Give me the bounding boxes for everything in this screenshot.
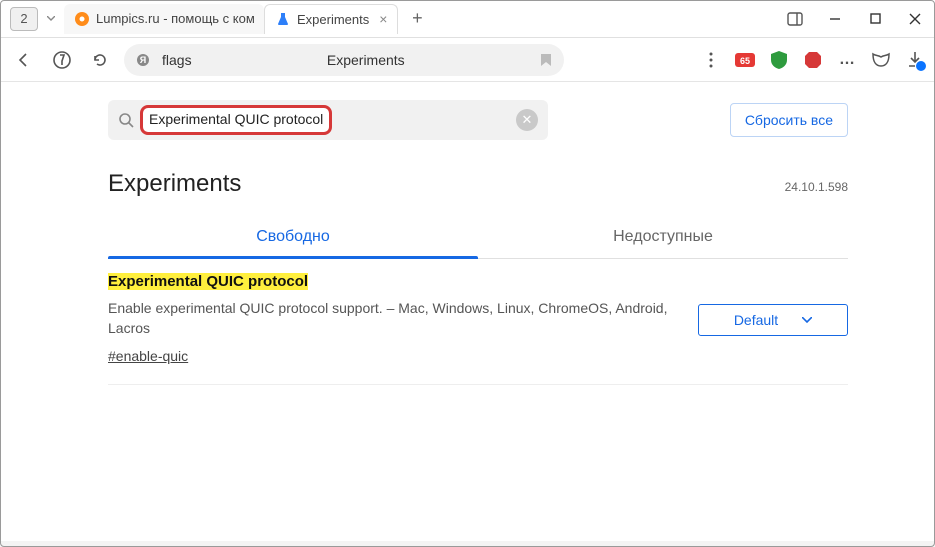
site-lock-icon: Я [136, 53, 150, 67]
window-minimize-icon[interactable] [815, 0, 855, 38]
extension-red-icon[interactable]: 65 [735, 50, 755, 70]
tab-lumpics[interactable]: Lumpics.ru - помощь с ком [64, 4, 264, 34]
search-icon [118, 112, 134, 128]
menu-dots-icon[interactable] [701, 50, 721, 70]
version-label: 24.10.1.598 [785, 180, 848, 194]
flag-info: Experimental QUIC protocol Enable experi… [108, 273, 678, 366]
page-label: Experiments [204, 52, 528, 68]
window-close-icon[interactable] [895, 0, 935, 38]
tab-label: Experiments [297, 12, 369, 27]
new-tab-button[interactable]: + [404, 6, 430, 32]
svg-text:65: 65 [740, 56, 750, 66]
search-row: Experimental QUIC protocol ✕ Сбросить вс… [108, 100, 848, 140]
flag-description: Enable experimental QUIC protocol suppor… [108, 299, 678, 338]
chevron-down-icon [802, 317, 812, 323]
select-value: Default [734, 312, 778, 328]
tab-experiments[interactable]: Experiments × [264, 4, 398, 34]
flag-title: Experimental QUIC protocol [108, 273, 308, 290]
omnibox[interactable]: Я flags Experiments [124, 44, 564, 76]
page-title: Experiments [108, 170, 241, 198]
toolbar: Я flags Experiments 65 … [0, 38, 935, 82]
reset-all-button[interactable]: Сбросить все [730, 103, 848, 137]
flag-row: Experimental QUIC protocol Enable experi… [108, 259, 848, 385]
tab-available[interactable]: Свободно [108, 216, 478, 258]
clear-search-button[interactable]: ✕ [516, 109, 538, 131]
bookmark-icon[interactable] [540, 53, 552, 67]
svg-text:Я: Я [140, 55, 146, 65]
downloads-icon[interactable] [905, 50, 925, 70]
flag-select-wrap: Default [698, 304, 848, 336]
tab-label: Lumpics.ru - помощь с ком [96, 11, 255, 26]
yandex-home-icon[interactable] [48, 46, 76, 74]
search-value: Experimental QUIC protocol [149, 111, 323, 127]
flask-icon [275, 11, 291, 27]
flag-hash-link[interactable]: #enable-quic [108, 348, 188, 364]
extension-shield-green-icon[interactable] [769, 50, 789, 70]
tab-counter-chevron-icon[interactable] [44, 16, 58, 21]
flag-select[interactable]: Default [698, 304, 848, 336]
url-text: flags [162, 52, 192, 68]
extension-stop-icon[interactable] [803, 50, 823, 70]
search-highlight-callout: Experimental QUIC protocol [140, 105, 332, 135]
content-area: Experimental QUIC protocol ✕ Сбросить вс… [0, 82, 935, 541]
sidebar-toggle-icon[interactable] [775, 0, 815, 38]
window-maximize-icon[interactable] [855, 0, 895, 38]
more-dots-icon[interactable]: … [837, 50, 857, 70]
site-favicon-icon [74, 11, 90, 27]
page-header: Experiments 24.10.1.598 [108, 170, 848, 198]
content-tabs: Свободно Недоступные [108, 216, 848, 259]
tab-unavailable[interactable]: Недоступные [478, 216, 848, 258]
extension-mask-icon[interactable] [871, 50, 891, 70]
back-button[interactable] [10, 46, 38, 74]
close-tab-icon[interactable]: × [379, 11, 387, 27]
reload-button[interactable] [86, 46, 114, 74]
titlebar: 2 Lumpics.ru - помощь с ком Experiments … [0, 0, 935, 38]
search-input[interactable]: Experimental QUIC protocol ✕ [108, 100, 548, 140]
tab-counter[interactable]: 2 [10, 7, 38, 31]
